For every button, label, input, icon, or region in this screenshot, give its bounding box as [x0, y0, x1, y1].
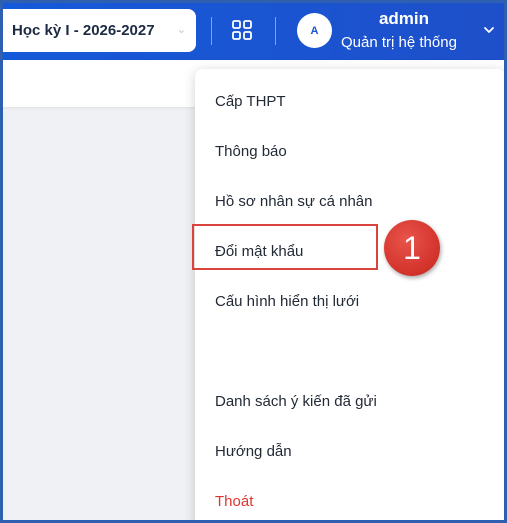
screenshot-frame: Học kỳ I - 2026-2027 ⌄ A admin Quản trị … — [0, 0, 507, 523]
user-name[interactable]: admin — [343, 9, 465, 29]
user-role[interactable]: Quản trị hệ thống — [341, 34, 457, 51]
menu-item-grid-display-settings[interactable]: Cấu hình hiển thị lưới — [215, 293, 359, 310]
chevron-down-icon[interactable] — [482, 23, 496, 37]
semester-label: Học kỳ I - 2026-2027 — [12, 22, 155, 39]
header-divider — [275, 17, 276, 45]
menu-item-feedback-list[interactable]: Danh sách ý kiến đã gửi — [215, 393, 377, 410]
header-divider — [211, 17, 212, 45]
highlight-box — [192, 224, 378, 270]
step-badge: 1 — [384, 220, 440, 276]
user-dropdown-menu: Cấp THPT Thông báo Hồ sơ nhân sự cá nhân… — [195, 69, 504, 520]
menu-item-cap-thpt[interactable]: Cấp THPT — [215, 93, 286, 110]
semester-selector[interactable]: Học kỳ I - 2026-2027 ⌄ — [3, 9, 196, 52]
top-navigation-bar: Học kỳ I - 2026-2027 ⌄ A admin Quản trị … — [3, 3, 504, 60]
grid-icon[interactable] — [232, 20, 252, 40]
menu-item-notifications[interactable]: Thông báo — [215, 143, 287, 160]
menu-item-personal-profile[interactable]: Hồ sơ nhân sự cá nhân — [215, 193, 372, 210]
menu-item-logout[interactable]: Thoát — [215, 493, 253, 510]
menu-item-guide[interactable]: Hướng dẫn — [215, 443, 292, 460]
avatar[interactable]: A — [297, 13, 332, 48]
chevron-down-icon: ⌄ — [176, 24, 186, 36]
